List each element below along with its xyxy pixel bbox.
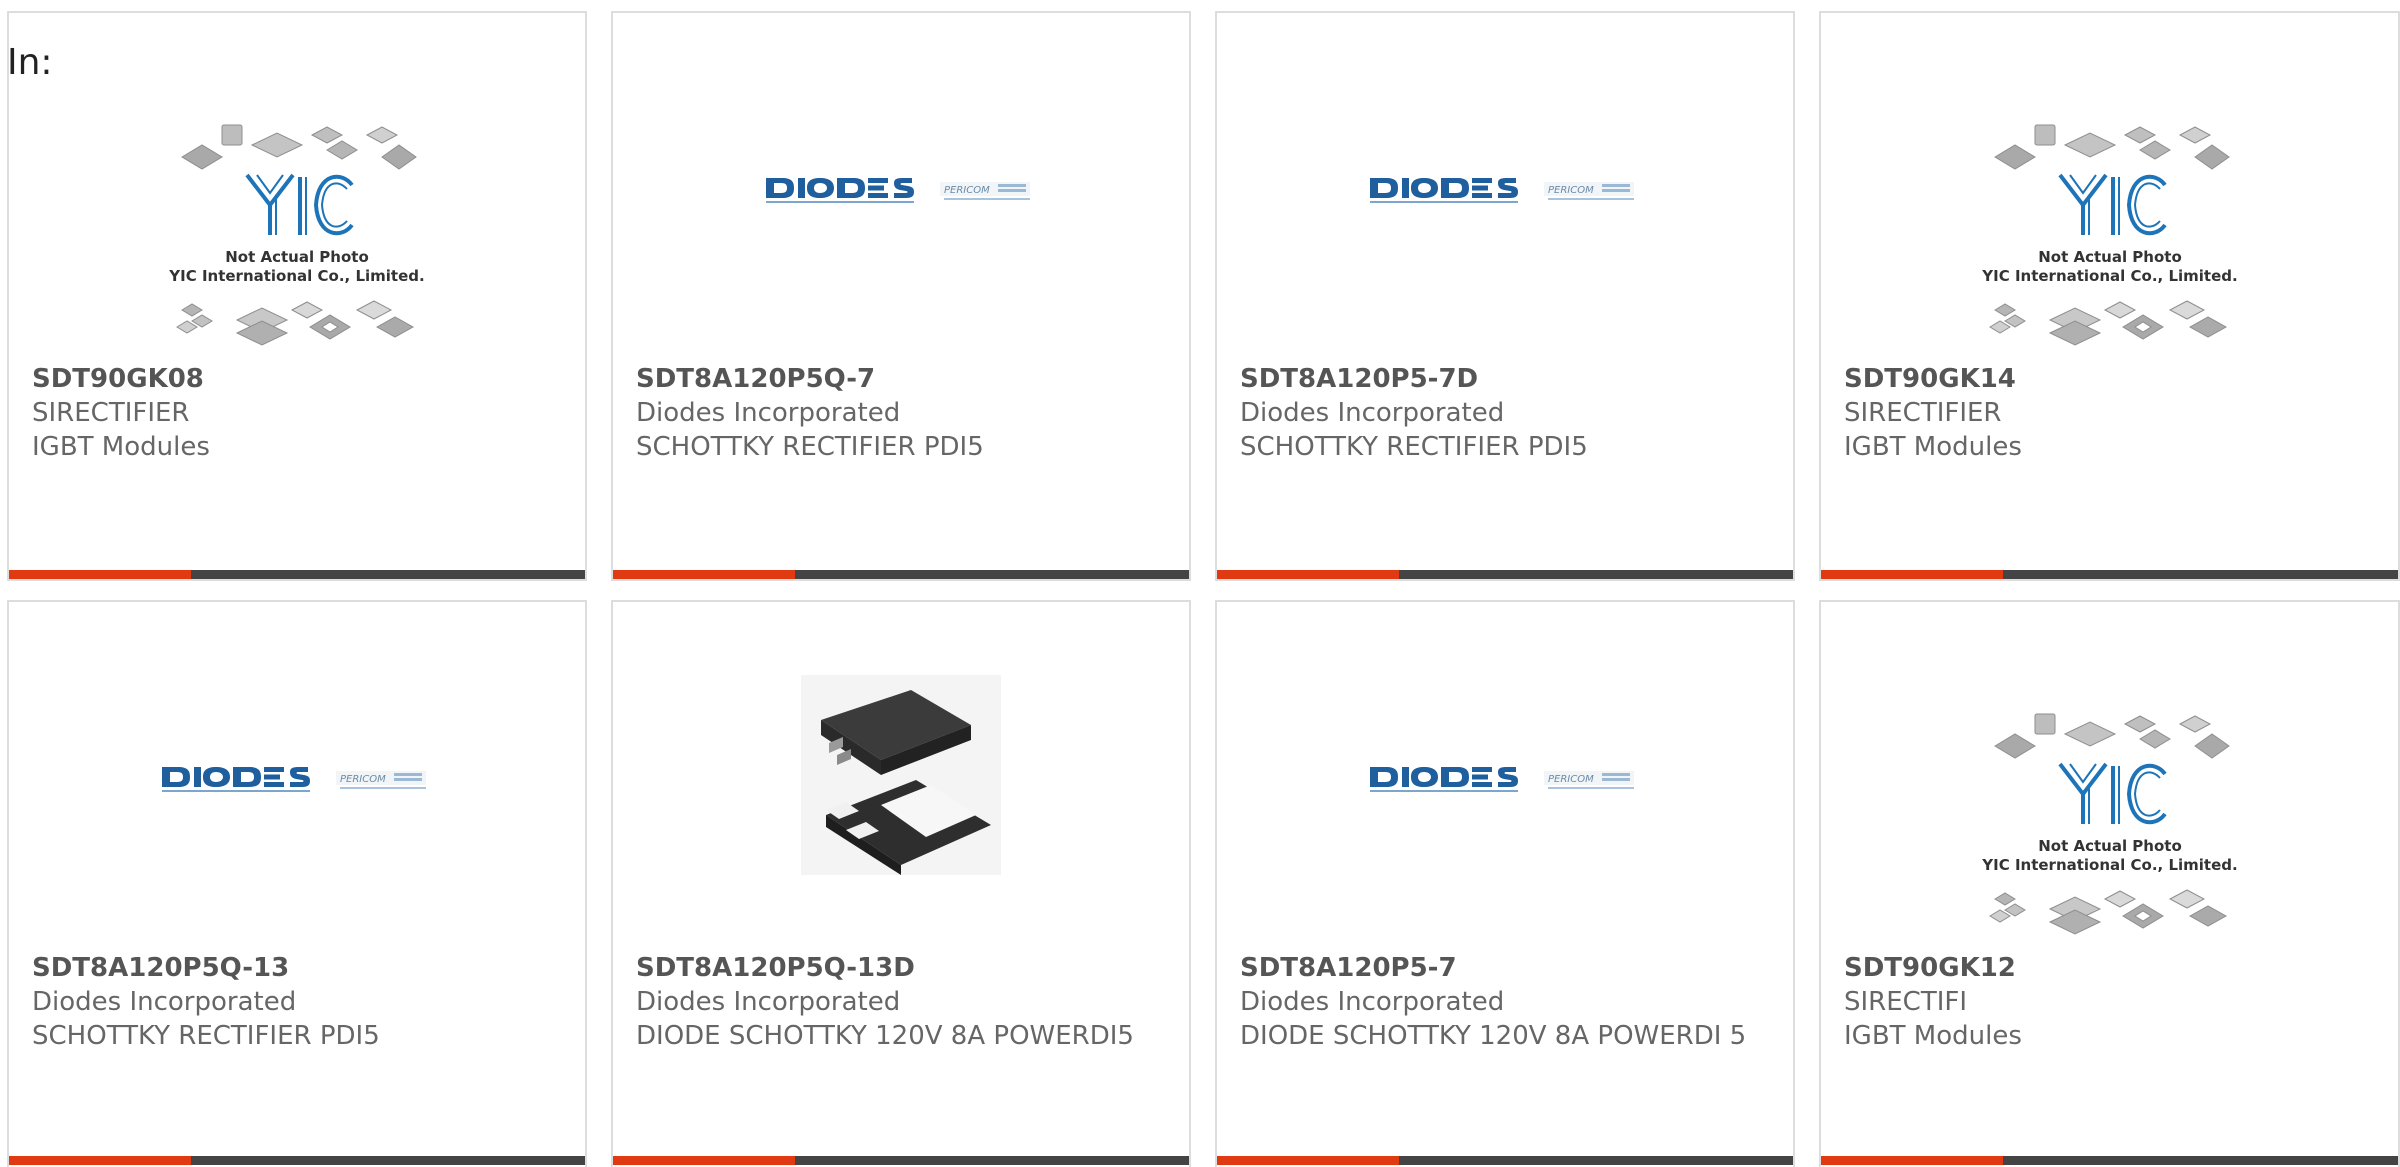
manufacturer: SIRECTIFIER bbox=[32, 398, 190, 428]
part-number-link[interactable]: SDT8A120P5-7D bbox=[1240, 362, 1777, 396]
diodes-logo-image bbox=[1370, 767, 1634, 792]
card-bottom-bar bbox=[613, 1156, 1189, 1165]
description: SCHOTTKY RECTIFIER PDI5 bbox=[636, 432, 984, 462]
product-card[interactable]: Not Actual Photo YIC International Co., … bbox=[7, 11, 587, 581]
product-image[interactable] bbox=[1217, 602, 1793, 932]
card-bottom-bar bbox=[613, 570, 1189, 579]
product-card[interactable]: SDT8A120P5-7D Diodes Incorporated SCHOTT… bbox=[1215, 11, 1795, 581]
product-card[interactable]: SDT8A120P5Q-13 Diodes Incorporated SCHOT… bbox=[7, 600, 587, 1167]
filter-label: In: bbox=[7, 42, 53, 83]
part-number-link[interactable]: SDT8A120P5-7 bbox=[1240, 951, 1777, 985]
manufacturer: Diodes Incorporated bbox=[1240, 398, 1505, 428]
card-bottom-bar bbox=[1821, 570, 2398, 579]
yic-placeholder-image: Not Actual Photo YIC International Co., … bbox=[1981, 712, 2237, 936]
part-number-link[interactable]: SDT90GK14 bbox=[1844, 362, 2382, 396]
product-card[interactable]: SDT8A120P5-7 Diodes Incorporated DIODE S… bbox=[1215, 600, 1795, 1167]
card-bottom-bar bbox=[9, 570, 585, 579]
product-image[interactable] bbox=[1217, 13, 1793, 343]
description: IGBT Modules bbox=[1844, 432, 2022, 462]
svg-text:Not Actual Photo: Not Actual Photo bbox=[2038, 837, 2182, 855]
product-card[interactable]: Not Actual Photo YIC International Co., … bbox=[1819, 600, 2400, 1167]
package-photo-image bbox=[801, 675, 1001, 875]
description: DIODE SCHOTTKY 120V 8A POWERDI5 bbox=[636, 1021, 1134, 1051]
diodes-logo-image bbox=[766, 178, 1030, 203]
manufacturer: Diodes Incorporated bbox=[636, 398, 901, 428]
product-card[interactable]: SDT8A120P5Q-13D Diodes Incorporated DIOD… bbox=[611, 600, 1191, 1167]
product-image[interactable]: Not Actual Photo YIC International Co., … bbox=[9, 13, 585, 347]
svg-text:Not Actual Photo: Not Actual Photo bbox=[225, 248, 369, 266]
description: IGBT Modules bbox=[32, 432, 210, 462]
svg-text:Not Actual Photo: Not Actual Photo bbox=[2038, 248, 2182, 266]
description: DIODE SCHOTTKY 120V 8A POWERDI 5 bbox=[1240, 1021, 1747, 1051]
card-bottom-bar bbox=[1217, 1156, 1793, 1165]
description: IGBT Modules bbox=[1844, 1021, 2022, 1051]
diodes-logo-image bbox=[1370, 178, 1634, 203]
product-card[interactable]: Not Actual Photo YIC International Co., … bbox=[1819, 11, 2400, 581]
card-bottom-bar bbox=[1217, 570, 1793, 579]
product-image[interactable]: Not Actual Photo YIC International Co., … bbox=[1821, 602, 2398, 936]
manufacturer: Diodes Incorporated bbox=[636, 987, 901, 1017]
part-number-link[interactable]: SDT90GK08 bbox=[32, 362, 569, 396]
part-number-link[interactable]: SDT90GK12 bbox=[1844, 951, 2382, 985]
part-number-link[interactable]: SDT8A120P5Q-13D bbox=[636, 951, 1173, 985]
yic-placeholder-image: Not Actual Photo YIC International Co., … bbox=[1981, 123, 2237, 347]
manufacturer: SIRECTIFIER bbox=[1844, 398, 2002, 428]
product-image[interactable]: Not Actual Photo YIC International Co., … bbox=[1821, 13, 2398, 347]
svg-text:YIC International Co., Limited: YIC International Co., Limited. bbox=[1981, 267, 2237, 285]
product-grid-page: In: Not Actual Photo YIC International C… bbox=[0, 0, 2400, 1167]
manufacturer: Diodes Incorporated bbox=[1240, 987, 1505, 1017]
product-image[interactable] bbox=[613, 13, 1189, 343]
svg-text:YIC International Co., Limited: YIC International Co., Limited. bbox=[168, 267, 424, 285]
manufacturer: SIRECTIFI bbox=[1844, 987, 1967, 1017]
manufacturer: Diodes Incorporated bbox=[32, 987, 297, 1017]
product-card[interactable]: SDT8A120P5Q-7 Diodes Incorporated SCHOTT… bbox=[611, 11, 1191, 581]
svg-text:YIC International Co., Limited: YIC International Co., Limited. bbox=[1981, 856, 2237, 874]
card-bottom-bar bbox=[1821, 1156, 2398, 1165]
product-image[interactable] bbox=[613, 602, 1189, 932]
card-bottom-bar bbox=[9, 1156, 585, 1165]
description: SCHOTTKY RECTIFIER PDI5 bbox=[32, 1021, 380, 1051]
product-image[interactable] bbox=[9, 602, 585, 932]
part-number-link[interactable]: SDT8A120P5Q-7 bbox=[636, 362, 1173, 396]
description: SCHOTTKY RECTIFIER PDI5 bbox=[1240, 432, 1588, 462]
diodes-logo-image bbox=[162, 767, 426, 792]
yic-placeholder-image: Not Actual Photo YIC International Co., … bbox=[168, 123, 425, 347]
part-number-link[interactable]: SDT8A120P5Q-13 bbox=[32, 951, 569, 985]
